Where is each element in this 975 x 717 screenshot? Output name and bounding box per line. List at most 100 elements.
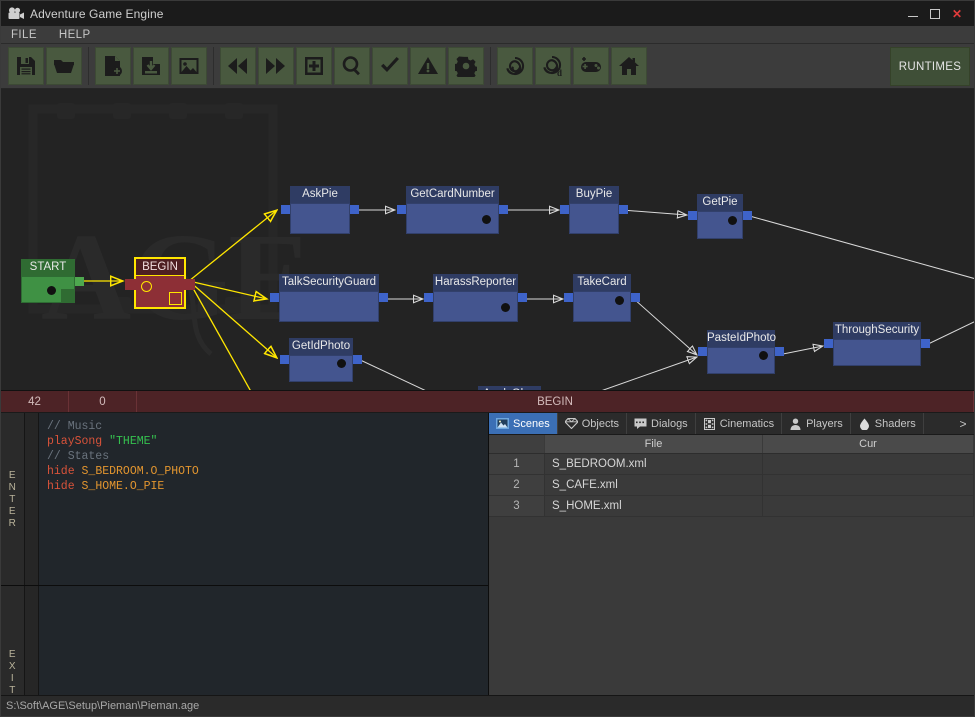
- node-input-port[interactable]: [424, 293, 433, 302]
- column-header-index[interactable]: [489, 435, 545, 453]
- node-output-port[interactable]: [619, 205, 628, 214]
- node-output-port[interactable]: [499, 205, 508, 214]
- add-node-icon[interactable]: [296, 47, 332, 85]
- runtimes-button[interactable]: RUNTIMES: [890, 47, 970, 86]
- node-input-port[interactable]: [397, 205, 406, 214]
- node-input-port[interactable]: [280, 355, 289, 364]
- fast-forward-icon[interactable]: [258, 47, 294, 85]
- node-resize-handle[interactable]: [169, 292, 182, 305]
- table-empty-area: [489, 517, 974, 716]
- speech-icon: [634, 417, 647, 430]
- node-output-port[interactable]: [743, 211, 752, 220]
- node-output-port[interactable]: [379, 293, 388, 302]
- enter-code-area[interactable]: // Music playSong "THEME"// States hide S_…: [39, 413, 488, 585]
- node-input-port[interactable]: [281, 205, 290, 214]
- maximize-button[interactable]: [924, 1, 946, 26]
- graph-node-getidphoto[interactable]: GetIdPhoto: [280, 338, 362, 382]
- column-header-file[interactable]: File: [545, 435, 763, 453]
- node-output-port[interactable]: [631, 293, 640, 302]
- exit-label-char-i: I: [10, 672, 15, 684]
- node-resize-handle[interactable]: [61, 289, 75, 303]
- node-marker: [47, 286, 56, 295]
- node-input-port[interactable]: [564, 293, 573, 302]
- toolbar-group-doc: [92, 47, 210, 85]
- table-row[interactable]: 3 S_HOME.xml: [489, 496, 974, 517]
- node-output-port[interactable]: [921, 339, 930, 348]
- graph-node-getpie[interactable]: GetPie: [688, 194, 752, 239]
- tab-objects[interactable]: Objects: [558, 413, 627, 434]
- graph-node-talksecurityguard[interactable]: TalkSecurityGuard: [270, 274, 388, 322]
- search-icon[interactable]: [334, 47, 370, 85]
- gear-icon[interactable]: [448, 47, 484, 85]
- node-output-port[interactable]: [75, 277, 84, 286]
- code-token: "THEME": [109, 435, 158, 448]
- rewind-icon[interactable]: [220, 47, 256, 85]
- node-input-port[interactable]: [688, 211, 697, 220]
- menu-file[interactable]: FILE: [11, 29, 37, 41]
- node-input-port[interactable]: [125, 279, 136, 290]
- node-input-port[interactable]: [698, 347, 707, 356]
- node-output-port[interactable]: [775, 347, 784, 356]
- tab-shaders[interactable]: Shaders: [851, 413, 924, 434]
- node-marker: [728, 216, 737, 225]
- row-file-name[interactable]: S_HOME.xml: [545, 496, 763, 516]
- spiral-debug-icon[interactable]: d: [535, 47, 571, 85]
- node-marker: [482, 215, 491, 224]
- tab-dialogs[interactable]: Dialogs: [627, 413, 696, 434]
- close-button[interactable]: ✕: [946, 1, 968, 26]
- tab-scenes[interactable]: Scenes: [489, 413, 558, 434]
- menu-help[interactable]: HELP: [59, 29, 91, 41]
- tab-cinematics[interactable]: Cinematics: [696, 413, 783, 434]
- node-input-port[interactable]: [270, 293, 279, 302]
- toolbar-group-run: d: [494, 47, 650, 85]
- new-file-icon[interactable]: [95, 47, 131, 85]
- graph-node-takecard[interactable]: TakeCard: [564, 274, 640, 322]
- import-icon[interactable]: [133, 47, 169, 85]
- node-output-port[interactable]: [353, 355, 362, 364]
- open-folder-icon[interactable]: [46, 47, 82, 85]
- row-cur-value[interactable]: [763, 454, 974, 474]
- tab-label: Objects: [581, 417, 619, 430]
- check-icon[interactable]: [372, 47, 408, 85]
- graph-node-begin[interactable]: BEGIN: [125, 257, 195, 309]
- node-output-port[interactable]: [184, 279, 195, 290]
- enter-label-char-n: N: [8, 481, 17, 493]
- row-cur-value[interactable]: [763, 475, 974, 495]
- node-title: HarassReporter: [433, 274, 518, 291]
- toolbar-group-file: [5, 47, 85, 85]
- warning-icon[interactable]: [410, 47, 446, 85]
- node-marker: [759, 351, 768, 360]
- graph-node-applyglue[interactable]: ApplyGlue: [478, 386, 541, 390]
- node-input-port[interactable]: [560, 205, 569, 214]
- graph-node-askpie[interactable]: AskPie: [281, 186, 359, 234]
- graph-node-buypie[interactable]: BuyPie: [560, 186, 628, 234]
- graph-node-harassreporter[interactable]: HarassReporter: [424, 274, 527, 322]
- graph-node-throughsecurity[interactable]: ThroughSecurity: [824, 322, 930, 366]
- node-title: AskPie: [290, 186, 350, 203]
- save-icon[interactable]: [8, 47, 44, 85]
- node-output-port[interactable]: [350, 205, 359, 214]
- tab-players[interactable]: Players: [782, 413, 851, 434]
- minimize-button[interactable]: [902, 1, 924, 26]
- home-icon[interactable]: [611, 47, 647, 85]
- graph-node-pasteidphoto[interactable]: PasteIdPhoto: [698, 330, 784, 374]
- row-file-name[interactable]: S_CAFE.xml: [545, 475, 763, 495]
- toolbar-group-nav: [217, 47, 487, 85]
- graph-node-start[interactable]: START: [21, 259, 84, 303]
- tab-overflow-button[interactable]: >: [952, 413, 974, 435]
- toolbar: d RUNTIMES: [1, 44, 974, 89]
- table-row[interactable]: 1 S_BEDROOM.xml: [489, 454, 974, 475]
- node-input-port[interactable]: [824, 339, 833, 348]
- scenes-table: File Cur 1 S_BEDROOM.xml 2 S_CAFE.xml 3 S_HOM…: [489, 435, 974, 716]
- code-token: S_BEDROOM.O_PHOTO: [81, 465, 199, 478]
- graph-node-getcardnumber[interactable]: GetCardNumber: [397, 186, 508, 234]
- image-icon[interactable]: [171, 47, 207, 85]
- gamepad-add-icon[interactable]: [573, 47, 609, 85]
- spiral-icon[interactable]: [497, 47, 533, 85]
- row-cur-value[interactable]: [763, 496, 974, 516]
- column-header-cur[interactable]: Cur: [763, 435, 974, 453]
- row-file-name[interactable]: S_BEDROOM.xml: [545, 454, 763, 474]
- node-output-port[interactable]: [518, 293, 527, 302]
- table-row[interactable]: 2 S_CAFE.xml: [489, 475, 974, 496]
- node-graph-canvas[interactable]: AGE: [1, 89, 974, 391]
